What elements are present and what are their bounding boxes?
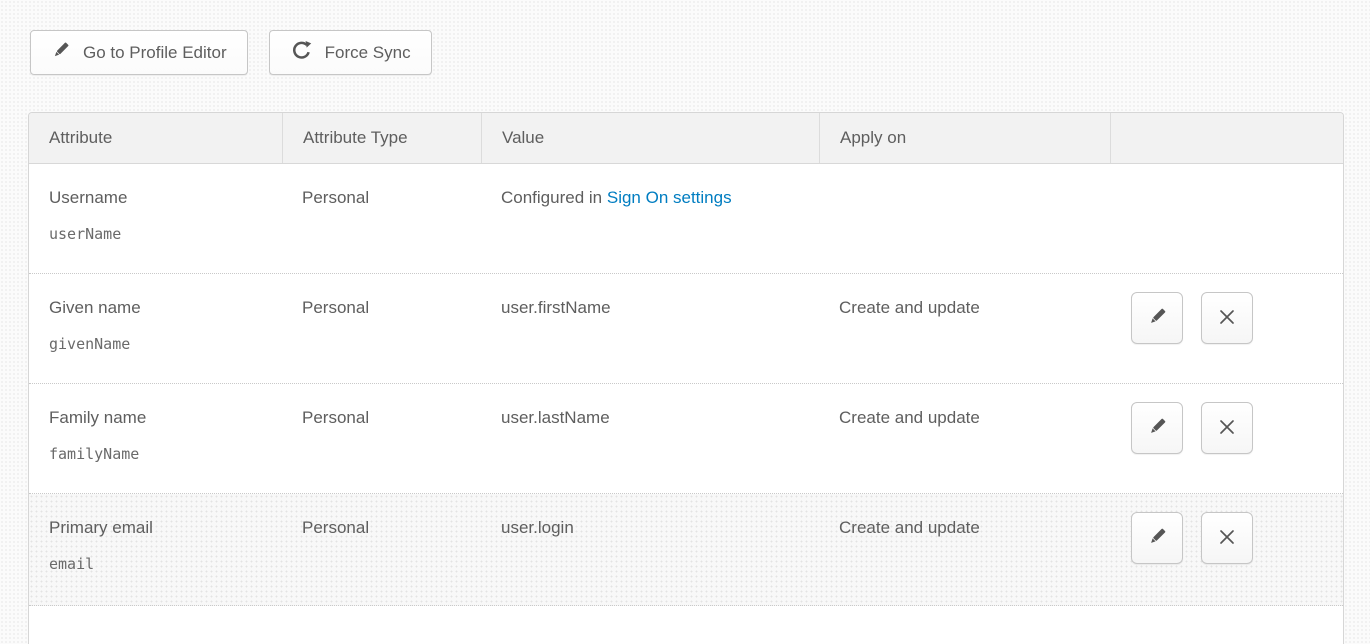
value-text: user.firstName	[481, 274, 819, 383]
attribute-label: Primary email	[49, 517, 272, 538]
attribute-type: Personal	[282, 384, 481, 493]
attribute-type: Personal	[282, 164, 481, 273]
column-header-value: Value	[481, 113, 819, 163]
attribute-label: Given name	[49, 297, 272, 318]
apply-on-value: Create and update	[819, 274, 1110, 383]
edit-attribute-button[interactable]	[1131, 402, 1183, 454]
column-header-attribute: Attribute	[29, 113, 282, 163]
close-x-icon	[1217, 527, 1237, 550]
table-header-row: Attribute Attribute Type Value Apply on	[29, 113, 1343, 164]
table-row-partial	[29, 606, 1343, 643]
close-x-icon	[1217, 417, 1237, 440]
apply-on-value	[819, 164, 1110, 273]
attribute-label: Family name	[49, 407, 272, 428]
table-row-primary-email: Primary email email Personal user.login …	[29, 494, 1343, 606]
attribute-type: Personal	[282, 494, 481, 605]
delete-attribute-button[interactable]	[1201, 512, 1253, 564]
delete-attribute-button[interactable]	[1201, 402, 1253, 454]
pencil-icon	[1147, 306, 1168, 330]
value-text: Configured in	[501, 188, 602, 207]
refresh-icon	[290, 39, 313, 67]
attribute-variable: givenName	[49, 335, 272, 354]
attribute-mappings-table: Attribute Attribute Type Value Apply on …	[28, 112, 1344, 644]
value-text: user.lastName	[481, 384, 819, 493]
sign-on-settings-link[interactable]: Sign On settings	[607, 188, 732, 207]
toolbar: Go to Profile Editor Force Sync	[30, 30, 432, 75]
attribute-label: Username	[49, 187, 272, 208]
delete-attribute-button[interactable]	[1201, 292, 1253, 344]
column-header-apply-on: Apply on	[819, 113, 1110, 163]
value-text: user.login	[481, 494, 819, 605]
force-sync-button[interactable]: Force Sync	[269, 30, 432, 75]
go-to-profile-editor-label: Go to Profile Editor	[83, 43, 227, 63]
attribute-variable: userName	[49, 225, 272, 244]
close-x-icon	[1217, 307, 1237, 330]
go-to-profile-editor-button[interactable]: Go to Profile Editor	[30, 30, 248, 75]
apply-on-value: Create and update	[819, 494, 1110, 605]
pencil-icon	[1147, 416, 1168, 440]
pencil-icon	[1147, 526, 1168, 550]
attribute-type: Personal	[282, 274, 481, 383]
attribute-variable: familyName	[49, 445, 272, 464]
table-row-given-name: Given name givenName Personal user.first…	[29, 274, 1343, 384]
column-header-actions	[1110, 113, 1343, 163]
edit-attribute-button[interactable]	[1131, 292, 1183, 344]
attribute-variable: email	[49, 555, 272, 574]
edit-attribute-button[interactable]	[1131, 512, 1183, 564]
pencil-icon	[51, 40, 71, 65]
apply-on-value: Create and update	[819, 384, 1110, 493]
force-sync-label: Force Sync	[325, 43, 411, 63]
table-row-username: Username userName Personal Configured in…	[29, 164, 1343, 274]
column-header-attribute-type: Attribute Type	[282, 113, 481, 163]
table-row-family-name: Family name familyName Personal user.las…	[29, 384, 1343, 494]
